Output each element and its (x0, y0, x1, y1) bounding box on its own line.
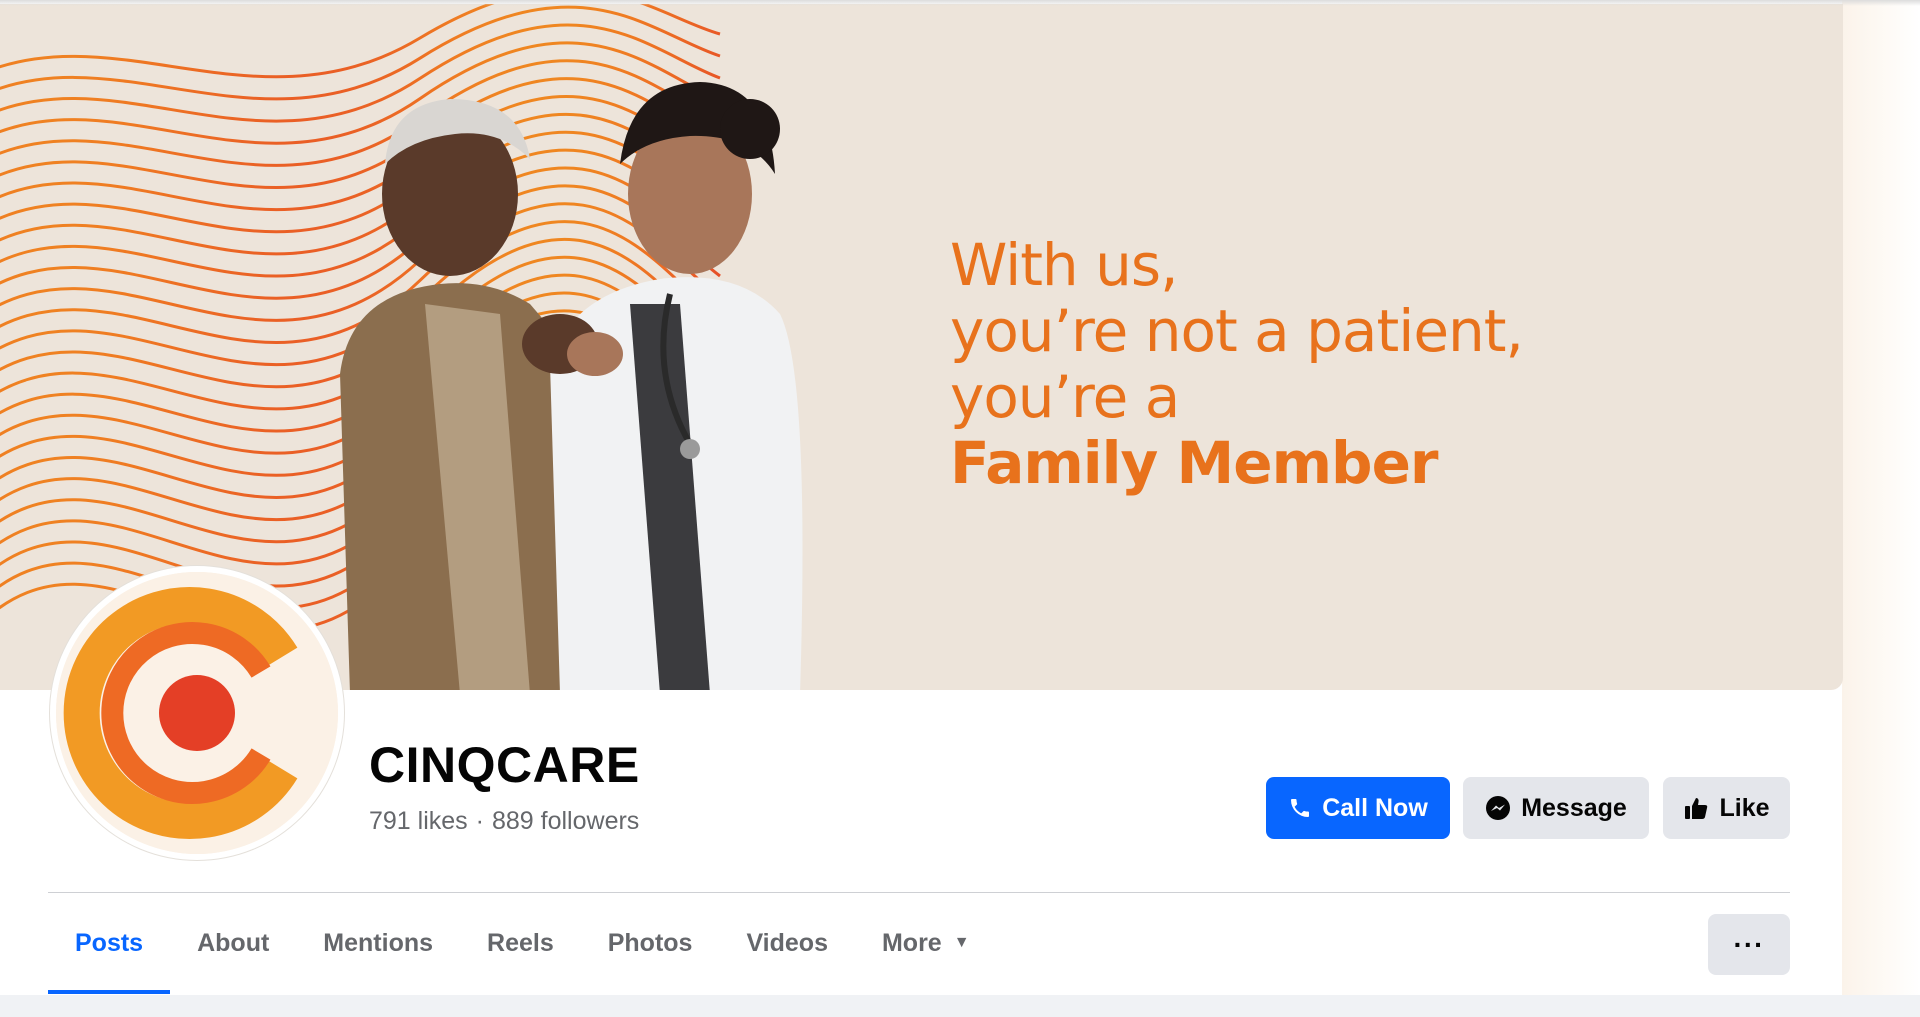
cover-photo[interactable]: With us, you’re not a patient, you’re a … (0, 4, 1843, 690)
feed-background (0, 995, 1920, 1017)
more-options-button[interactable]: ··· (1708, 914, 1790, 975)
tab-more[interactable]: More ▼ (855, 894, 997, 992)
top-shadow (0, 0, 1920, 6)
tab-reels[interactable]: Reels (460, 894, 581, 992)
caret-down-icon: ▼ (953, 934, 970, 951)
tab-photos[interactable]: Photos (581, 894, 720, 992)
patient-and-doctor-photo (340, 82, 803, 690)
cover-headline: With us, you’re not a patient, you’re a … (950, 231, 1524, 497)
page-stats: 791 likes · 889 followers (369, 807, 639, 836)
likes-count[interactable]: 791 likes (369, 807, 468, 835)
cinqcare-logo (56, 572, 338, 854)
tab-mentions[interactable]: Mentions (296, 894, 460, 992)
call-now-button[interactable]: Call Now (1266, 777, 1450, 839)
tab-more-label: More (881, 928, 942, 957)
message-button[interactable]: Message (1463, 777, 1649, 839)
headline-line-2: you’re not a patient, (950, 297, 1524, 365)
tab-videos[interactable]: Videos (719, 894, 855, 992)
like-label: Like (1719, 793, 1770, 822)
tab-about[interactable]: About (170, 894, 296, 992)
header-divider (48, 892, 1790, 893)
tab-posts[interactable]: Posts (48, 894, 171, 994)
stats-separator: · (475, 807, 484, 835)
headline-line-1: With us, (950, 231, 1179, 299)
phone-icon (1288, 796, 1312, 820)
profile-tabs: Posts About Mentions Reels Photos Videos… (48, 894, 997, 994)
page-title: CINQCARE (369, 737, 640, 793)
like-button[interactable]: Like (1663, 777, 1790, 839)
right-edge-background (1842, 0, 1920, 1000)
headline-bold-line: Family Member (950, 429, 1439, 497)
profile-picture[interactable] (50, 566, 344, 860)
messenger-icon (1485, 795, 1511, 821)
thumbs-up-icon (1683, 795, 1709, 821)
message-label: Message (1521, 793, 1627, 822)
ellipsis-icon: ··· (1733, 928, 1765, 960)
followers-count[interactable]: 889 followers (492, 807, 639, 835)
cinqcare-c-logo-icon (56, 572, 338, 854)
headline-line-3: you’re a (950, 363, 1180, 431)
call-now-label: Call Now (1322, 793, 1428, 822)
